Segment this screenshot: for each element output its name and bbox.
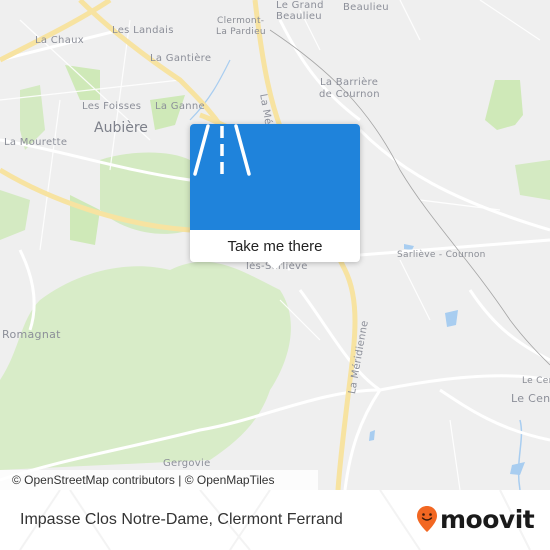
map-label-le-cendre: Le Cendre [511,392,550,405]
park-area [0,190,30,240]
park-area [485,80,523,130]
map-label-beaulieu: Beaulieu [343,2,389,13]
moovit-wordmark: moovit [440,504,535,534]
map-label-clermont-la-pardieu-2: La Pardieu [216,27,266,37]
map-label-la-mourette: La Mourette [4,137,68,148]
road-icon [193,124,251,176]
park-area [515,160,550,200]
popup-pointer [267,262,283,270]
map-label-la-ganne: La Ganne [155,101,205,112]
park-area [65,65,100,100]
water-body [445,310,458,327]
map-label-le-grand-beaulieu-2: Beaulieu [276,11,322,22]
map-label-les-landais: Les Landais [112,25,174,36]
water-body [510,462,525,475]
address-text: Impasse Clos Notre-Dame, Clermont Ferran… [20,511,343,528]
map-label-les-foisses: Les Foisses [82,101,142,112]
map-label-la-chaux: La Chaux [35,35,84,46]
map[interactable]: La Chaux Les Landais Clermont- La Pardie… [0,0,550,490]
map-label-sarlieve-cournon: Sarliève - Cournon [397,250,486,260]
take-me-there-button[interactable]: Take me there [190,230,360,262]
moovit-pin-icon [417,506,437,532]
map-label-romagnat: Romagnat [2,328,61,341]
map-label-le-cendre-small: Le Cendre [522,376,550,386]
map-label-clermont-la-pardieu: Clermont- [217,16,265,26]
moovit-logo[interactable]: moovit [416,504,535,534]
map-label-la-gantiere: La Gantière [150,53,212,64]
map-label-le-grand-beaulieu: Le Grand [276,0,324,11]
map-attribution[interactable]: © OpenStreetMap contributors | © OpenMap… [0,470,318,490]
map-label-aubiere: Aubière [94,120,148,136]
take-me-there-popup[interactable]: Take me there [190,124,360,270]
map-label-gergovie: Gergovie [163,458,211,469]
water-body [369,430,375,441]
map-label-de-cournon: de Cournon [319,89,380,100]
map-label-la-barriere: La Barrière [320,77,379,88]
popup-header[interactable] [190,124,360,230]
forest-area [0,261,291,470]
